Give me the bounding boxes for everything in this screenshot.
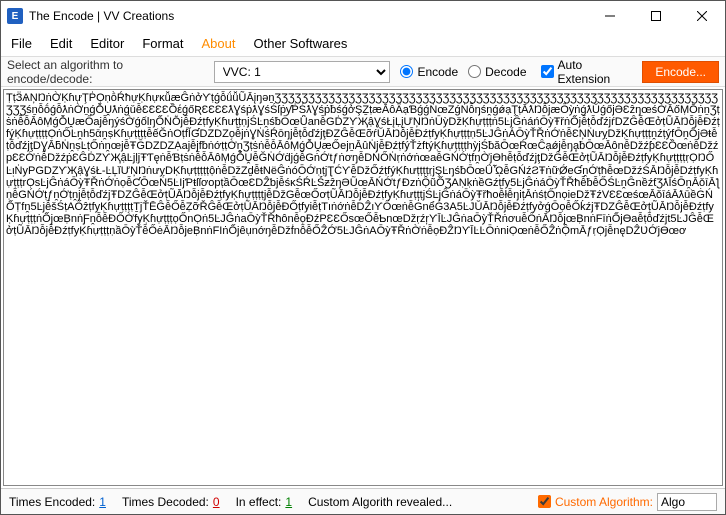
auto-extension-checkbox[interactable]: Auto Extension — [541, 58, 637, 86]
editor-wrap — [1, 87, 725, 488]
encode-button[interactable]: Encode... — [642, 61, 719, 83]
menubar: File Edit Editor Format About Other Soft… — [1, 31, 725, 57]
window-title: The Encode | VV Creations — [29, 9, 587, 23]
algorithm-label: Select an algorithm to encode/decode: — [7, 58, 208, 86]
algorithm-select[interactable]: VVC: 1 — [214, 61, 391, 83]
toolbar: Select an algorithm to encode/decode: VV… — [1, 57, 725, 87]
times-encoded-label: Times Encoded: — [9, 495, 95, 509]
auto-extension-input[interactable] — [541, 65, 554, 78]
statusbar: Times Encoded: 1 Times Decoded: 0 In eff… — [1, 488, 725, 514]
decode-radio-label: Decode — [485, 65, 526, 79]
in-effect-label: In effect: — [236, 495, 282, 509]
editor-textarea[interactable] — [3, 89, 723, 486]
custom-algorithm-label: Custom Algorithm: — [555, 495, 653, 509]
menu-edit[interactable]: Edit — [50, 36, 72, 51]
encode-radio-label: Encode — [417, 65, 458, 79]
times-decoded-value: 0 — [213, 495, 220, 509]
app-icon: E — [7, 8, 23, 24]
menu-format[interactable]: Format — [142, 36, 183, 51]
maximize-button[interactable] — [633, 1, 679, 31]
custom-revealed-text: Custom Algorith revealed... — [308, 495, 452, 509]
window-controls — [587, 1, 725, 31]
decode-radio-input[interactable] — [468, 65, 481, 78]
minimize-button[interactable] — [587, 1, 633, 31]
auto-extension-label: Auto Extension — [558, 58, 637, 86]
times-encoded-value: 1 — [99, 495, 106, 509]
titlebar: E The Encode | VV Creations — [1, 1, 725, 31]
menu-editor[interactable]: Editor — [90, 36, 124, 51]
in-effect-value: 1 — [285, 495, 292, 509]
decode-radio[interactable]: Decode — [468, 65, 526, 79]
custom-algorithm-checkbox[interactable] — [538, 495, 551, 508]
encode-radio-input[interactable] — [400, 65, 413, 78]
menu-file[interactable]: File — [11, 36, 32, 51]
times-decoded-label: Times Decoded: — [122, 495, 209, 509]
menu-about[interactable]: About — [202, 36, 236, 51]
custom-algorithm-input[interactable] — [657, 493, 717, 511]
close-button[interactable] — [679, 1, 725, 31]
encode-radio[interactable]: Encode — [400, 65, 458, 79]
menu-other-softwares[interactable]: Other Softwares — [253, 36, 347, 51]
